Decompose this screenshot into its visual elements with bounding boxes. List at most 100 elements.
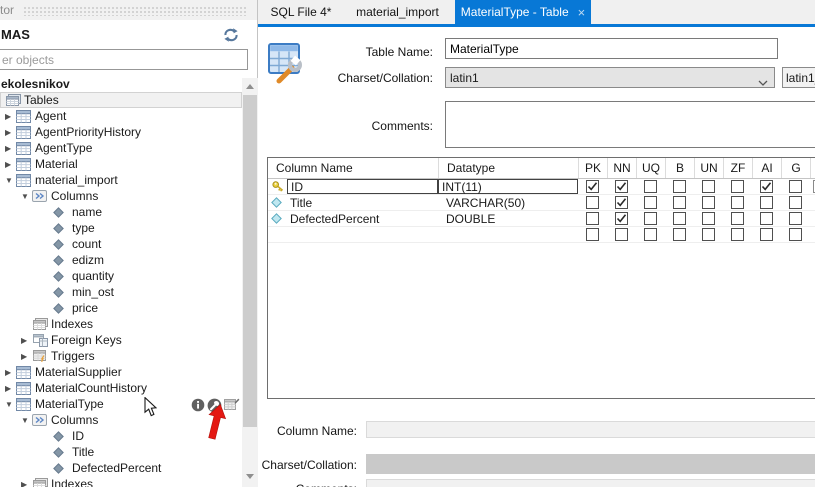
nn-checkbox[interactable] xyxy=(615,228,628,241)
scrollbar-down-arrow-icon[interactable] xyxy=(246,474,254,479)
b-checkbox[interactable] xyxy=(673,180,686,193)
tab-sql-file-4[interactable]: SQL File 4* xyxy=(262,0,340,24)
tree-item-material[interactable]: ▶Material xyxy=(0,156,242,172)
column-icon xyxy=(53,287,71,298)
ai-checkbox[interactable] xyxy=(760,180,773,193)
g-checkbox[interactable] xyxy=(789,228,802,241)
tree-item-edizm[interactable]: edizm xyxy=(0,252,242,268)
navigator-scrollbar[interactable] xyxy=(242,78,258,487)
datatype-cell[interactable]: INT(11) xyxy=(438,179,578,194)
charset-select[interactable]: latin1 xyxy=(445,67,775,88)
tree-item-material-import[interactable]: ▼material_import xyxy=(0,172,242,188)
g-checkbox[interactable] xyxy=(789,180,802,193)
ai-checkbox[interactable] xyxy=(760,228,773,241)
info-icon[interactable] xyxy=(191,398,205,416)
tree-item-foreign-keys[interactable]: ▶Foreign Keys xyxy=(0,332,242,348)
comments-textarea[interactable] xyxy=(445,101,815,148)
expand-arrow-icon[interactable]: ▶ xyxy=(3,128,16,137)
ai-checkbox[interactable] xyxy=(760,196,773,209)
uq-checkbox[interactable] xyxy=(644,180,657,193)
table-editor: SQL File 4* material_import MaterialType… xyxy=(258,0,815,487)
expand-arrow-icon[interactable]: ▶ xyxy=(3,112,16,121)
scrollbar-up-arrow-icon[interactable] xyxy=(246,84,254,89)
expand-arrow-icon[interactable]: ▶ xyxy=(3,368,16,377)
tree-item-tables[interactable]: Tables xyxy=(0,92,242,108)
tree-item-agent[interactable]: ▶Agent xyxy=(0,108,242,124)
scrollbar-thumb[interactable] xyxy=(243,95,257,427)
columns-icon xyxy=(32,190,50,202)
tree-item-label: Columns xyxy=(50,413,98,427)
refresh-schemas-icon[interactable] xyxy=(223,28,239,42)
tree-item-materialsupplier[interactable]: ▶MaterialSupplier xyxy=(0,364,242,380)
tree-item-agenttype[interactable]: ▶AgentType xyxy=(0,140,242,156)
nn-checkbox[interactable] xyxy=(615,212,628,225)
pk-checkbox[interactable] xyxy=(586,196,599,209)
filter-objects-input[interactable] xyxy=(0,49,248,70)
g-checkbox[interactable] xyxy=(789,196,802,209)
b-checkbox[interactable] xyxy=(673,196,686,209)
pk-checkbox[interactable] xyxy=(586,180,599,193)
collapse-arrow-icon[interactable]: ▼ xyxy=(3,400,16,409)
collapse-arrow-icon[interactable]: ▼ xyxy=(19,416,32,425)
tree-item-count[interactable]: count xyxy=(0,236,242,252)
tree-item-price[interactable]: price xyxy=(0,300,242,316)
tree-item-columns[interactable]: ▼Columns xyxy=(0,188,242,204)
collation-select[interactable]: latin1_ xyxy=(782,67,815,88)
column-icon xyxy=(53,463,71,474)
tree-item-indexes[interactable]: Indexes xyxy=(0,316,242,332)
column-name-cell[interactable]: ID xyxy=(268,179,438,194)
tree-item-title[interactable]: Title xyxy=(0,444,242,460)
un-checkbox[interactable] xyxy=(702,212,715,225)
navigator-header: tor xyxy=(0,0,257,20)
close-tab-icon[interactable]: × xyxy=(578,6,586,19)
un-checkbox[interactable] xyxy=(702,180,715,193)
expand-arrow-icon[interactable]: ▶ xyxy=(3,160,16,169)
collapse-arrow-icon[interactable]: ▼ xyxy=(19,192,32,201)
table-name-input[interactable] xyxy=(445,38,778,59)
tree-item-triggers[interactable]: ▶Triggers xyxy=(0,348,242,364)
collapse-arrow-icon[interactable]: ▼ xyxy=(3,176,16,185)
column-name-cell[interactable]: Title xyxy=(268,195,438,210)
b-checkbox[interactable] xyxy=(673,228,686,241)
column-name-editbox[interactable]: ID xyxy=(287,179,438,194)
charset-value: latin1 xyxy=(450,71,479,85)
tree-item-type[interactable]: type xyxy=(0,220,242,236)
datatype-cell[interactable]: DOUBLE xyxy=(438,212,578,226)
zf-checkbox[interactable] xyxy=(731,212,744,225)
tree-item-ekolesnikov[interactable]: ekolesnikov xyxy=(0,76,242,92)
uq-checkbox[interactable] xyxy=(644,196,657,209)
tree-item-defectedpercent[interactable]: DefectedPercent xyxy=(0,460,242,476)
zf-checkbox[interactable] xyxy=(731,180,744,193)
g-checkbox[interactable] xyxy=(789,212,802,225)
tab-materialtype-table[interactable]: MaterialType - Table × xyxy=(455,0,591,24)
tree-item-min-ost[interactable]: min_ost xyxy=(0,284,242,300)
tab-material-import[interactable]: material_import xyxy=(340,0,455,24)
datatype-editbox[interactable]: INT(11) xyxy=(438,179,578,194)
pk-checkbox[interactable] xyxy=(586,212,599,225)
datatype-cell[interactable]: VARCHAR(50) xyxy=(438,196,578,210)
tree-item-quantity[interactable]: quantity xyxy=(0,268,242,284)
un-checkbox[interactable] xyxy=(702,196,715,209)
zf-checkbox[interactable] xyxy=(731,196,744,209)
expand-arrow-icon[interactable]: ▶ xyxy=(19,352,32,361)
column-name-cell[interactable] xyxy=(268,227,438,242)
tree-item-name[interactable]: name xyxy=(0,204,242,220)
uq-checkbox[interactable] xyxy=(644,228,657,241)
pk-checkbox[interactable] xyxy=(586,228,599,241)
tree-item-materialcounthistory[interactable]: ▶MaterialCountHistory xyxy=(0,380,242,396)
b-checkbox[interactable] xyxy=(673,212,686,225)
tree-item-agentpriorityhistory[interactable]: ▶AgentPriorityHistory xyxy=(0,124,242,140)
ai-checkbox[interactable] xyxy=(760,212,773,225)
nn-checkbox[interactable] xyxy=(615,196,628,209)
expand-arrow-icon[interactable]: ▶ xyxy=(19,480,32,487)
zf-checkbox[interactable] xyxy=(731,228,744,241)
uq-checkbox[interactable] xyxy=(644,212,657,225)
nn-checkbox[interactable] xyxy=(615,180,628,193)
column-name-cell[interactable]: DefectedPercent xyxy=(268,211,438,226)
expand-arrow-icon[interactable]: ▶ xyxy=(3,144,16,153)
un-checkbox[interactable] xyxy=(702,228,715,241)
tree-item-indexes[interactable]: ▶Indexes xyxy=(0,476,242,487)
grid-header-g: G xyxy=(781,158,810,178)
expand-arrow-icon[interactable]: ▶ xyxy=(19,336,32,345)
expand-arrow-icon[interactable]: ▶ xyxy=(3,384,16,393)
